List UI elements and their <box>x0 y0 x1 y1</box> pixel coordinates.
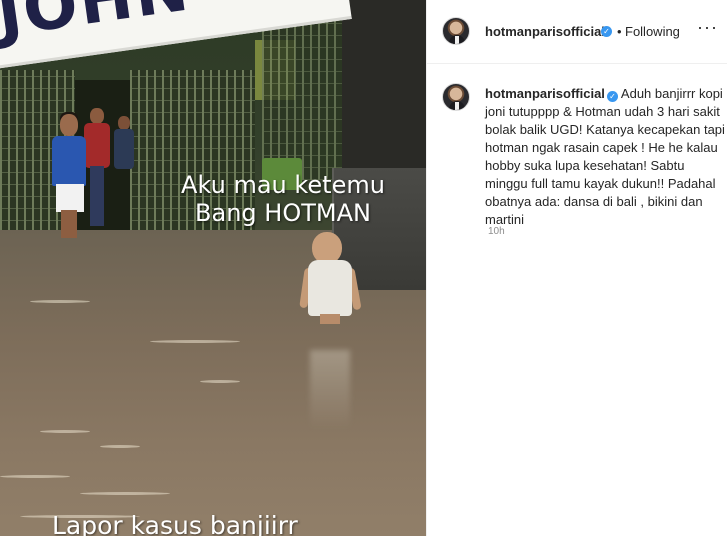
water-ripple <box>40 430 90 433</box>
following-button[interactable]: Following <box>625 24 680 39</box>
video-caption-line-3: Lapor kasus banjiirr <box>52 511 298 536</box>
water-ripple <box>150 340 240 343</box>
video-caption-line-2: Bang HOTMAN <box>195 199 371 227</box>
water-ripple <box>30 300 90 303</box>
verified-badge-icon: ✓ <box>601 26 612 37</box>
shop-grille-right <box>262 20 342 180</box>
profile-avatar[interactable] <box>442 17 470 45</box>
post-header: hotmanparisofficial ✓ • Following ··· <box>427 0 727 64</box>
water-ripple <box>80 492 170 495</box>
water-ripple <box>100 445 140 448</box>
post-side-panel: hotmanparisofficial ✓ • Following ··· ho… <box>426 0 727 536</box>
store-banner-text: JOHN <box>0 0 195 52</box>
caption-username[interactable]: hotmanparisofficial <box>485 86 605 101</box>
dark-wall <box>342 0 426 180</box>
caption-text: Aduh banjirrr kopi joni tutupppp & Hotma… <box>485 86 725 227</box>
post-media[interactable]: JOHN Aku mau ketemu Bang HOTMAN Lapor ka… <box>0 0 426 536</box>
water-ripple <box>0 475 70 478</box>
separator-dot: • <box>617 24 622 39</box>
caption-author-avatar[interactable] <box>442 83 470 111</box>
more-options-icon[interactable]: ··· <box>697 17 718 38</box>
post-timestamp[interactable]: 10h <box>488 226 505 237</box>
child-reflection <box>310 350 350 430</box>
header-username[interactable]: hotmanparisofficial <box>485 24 605 39</box>
water-ripple <box>200 380 240 383</box>
video-caption-line-1: Aku mau ketemu <box>181 171 385 199</box>
post-caption: hotmanparisofficial ✓ Aduh banjirrr kopi j… <box>485 85 725 229</box>
verified-badge-icon: ✓ <box>606 91 618 102</box>
